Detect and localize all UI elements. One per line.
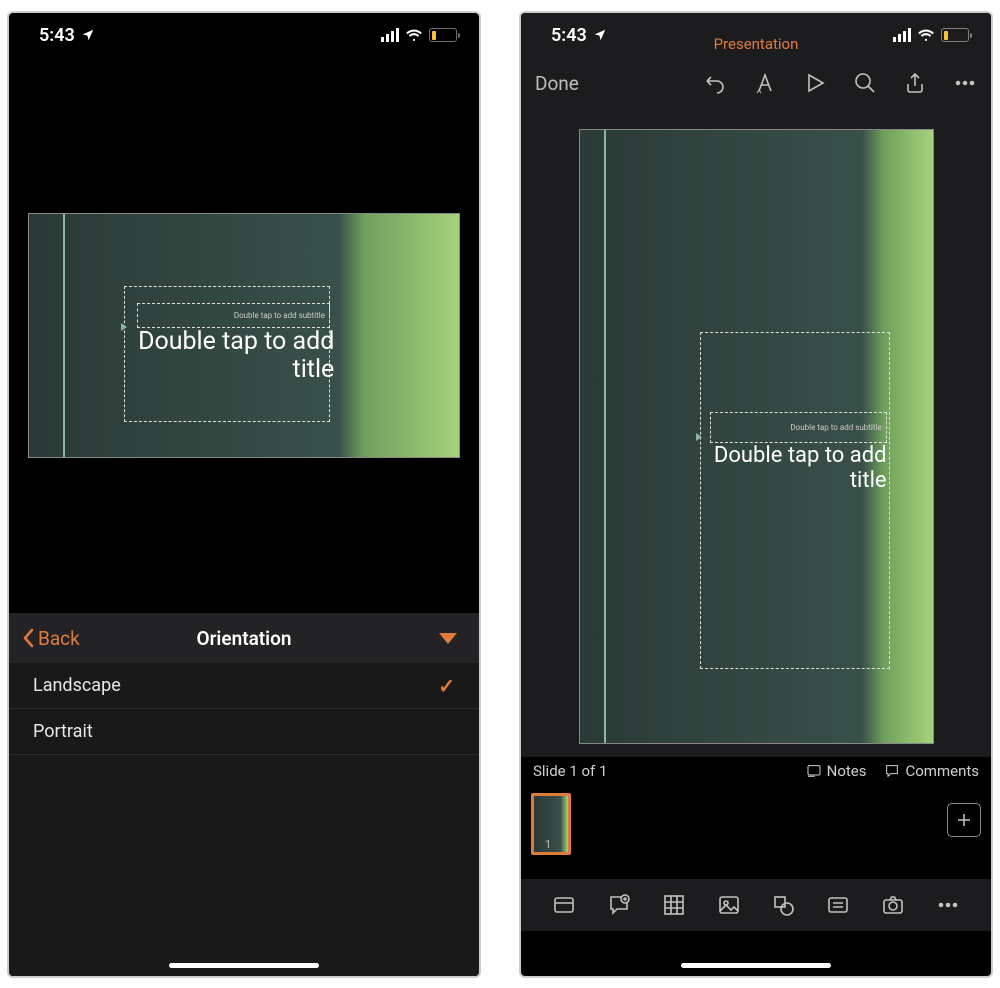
phone-right: 5:43 Presentation Done xyxy=(519,11,993,978)
phone-left: 5:43 Double tap to add subtitle Double t… xyxy=(7,11,481,978)
subtitle-placeholder[interactable]: Double tap to add subtitle xyxy=(137,303,331,327)
slide-portrait[interactable]: Double tap to add subtitle Double tap to… xyxy=(579,129,934,744)
app-header: 5:43 Presentation Done xyxy=(521,13,991,109)
orientation-menu-header: Back Orientation xyxy=(9,613,479,663)
title-placeholder-box[interactable] xyxy=(700,332,891,669)
text-format-icon[interactable] xyxy=(753,71,777,95)
slide-preview-area[interactable]: Double tap to add subtitle Double tap to… xyxy=(9,57,479,613)
comments-button[interactable]: Comments xyxy=(884,762,979,780)
toolbar-icons xyxy=(703,71,977,95)
layout-icon[interactable] xyxy=(552,893,576,917)
image-icon[interactable] xyxy=(717,893,741,917)
accent-line xyxy=(63,214,65,457)
orientation-options: Landscape ✓ Portrait xyxy=(9,663,479,755)
notes-button[interactable]: Notes xyxy=(806,762,867,780)
orientation-option-landscape[interactable]: Landscape ✓ xyxy=(9,663,479,709)
document-toolbar: Presentation Done xyxy=(521,57,991,109)
wifi-icon xyxy=(405,26,423,44)
status-bar: 5:43 xyxy=(9,13,479,57)
home-indicator[interactable] xyxy=(681,963,831,968)
add-slide-button[interactable] xyxy=(947,803,981,837)
status-time-area: 5:43 xyxy=(39,25,95,46)
done-button[interactable]: Done xyxy=(535,72,579,95)
document-name: Presentation xyxy=(521,35,991,53)
back-label: Back xyxy=(38,627,80,650)
thumbnail-number: 1 xyxy=(545,838,551,851)
share-icon[interactable] xyxy=(903,71,927,95)
shapes-icon[interactable] xyxy=(771,893,795,917)
slide-canvas[interactable]: Double tap to add subtitle Double tap to… xyxy=(521,109,991,757)
new-comment-icon[interactable] xyxy=(607,893,631,917)
camera-icon[interactable] xyxy=(881,893,905,917)
slide-info-bar: Slide 1 of 1 Notes Comments xyxy=(521,757,991,785)
play-icon[interactable] xyxy=(803,71,827,95)
home-indicator[interactable] xyxy=(169,963,319,968)
status-right xyxy=(381,26,458,44)
subtitle-placeholder[interactable]: Double tap to add subtitle xyxy=(710,412,887,443)
title-placeholder-text[interactable]: Double tap to add title xyxy=(137,328,335,386)
placeholder-handle-icon xyxy=(696,433,702,441)
battery-icon xyxy=(429,28,457,42)
slide-counter: Slide 1 of 1 xyxy=(533,762,607,780)
placeholder-handle-icon xyxy=(121,323,127,331)
text-box-icon[interactable] xyxy=(826,893,850,917)
title-placeholder-text[interactable]: Double tap to add title xyxy=(707,443,887,494)
location-icon xyxy=(81,28,95,42)
collapse-icon[interactable] xyxy=(439,633,457,644)
check-icon: ✓ xyxy=(438,674,455,698)
option-label: Portrait xyxy=(33,721,93,742)
bottom-toolbar xyxy=(521,879,991,931)
table-icon[interactable] xyxy=(662,893,686,917)
more-icon[interactable] xyxy=(953,71,977,95)
back-button[interactable]: Back xyxy=(9,627,80,650)
notes-label: Notes xyxy=(827,762,867,780)
thumbnail-strip[interactable]: 1 xyxy=(521,785,991,879)
accent-line xyxy=(604,130,606,743)
more-tools-icon[interactable] xyxy=(936,893,960,917)
plus-icon xyxy=(955,811,973,829)
cellular-icon xyxy=(381,28,400,42)
option-label: Landscape xyxy=(33,675,121,696)
status-time: 5:43 xyxy=(39,25,75,46)
search-icon[interactable] xyxy=(853,71,877,95)
comments-label: Comments xyxy=(905,762,979,780)
menu-empty-area xyxy=(9,755,479,978)
undo-icon[interactable] xyxy=(703,71,727,95)
chevron-left-icon xyxy=(21,628,35,648)
notes-icon xyxy=(806,763,822,779)
orientation-option-portrait[interactable]: Portrait xyxy=(9,709,479,755)
comments-icon xyxy=(884,763,900,779)
slide-landscape[interactable]: Double tap to add subtitle Double tap to… xyxy=(28,213,460,458)
